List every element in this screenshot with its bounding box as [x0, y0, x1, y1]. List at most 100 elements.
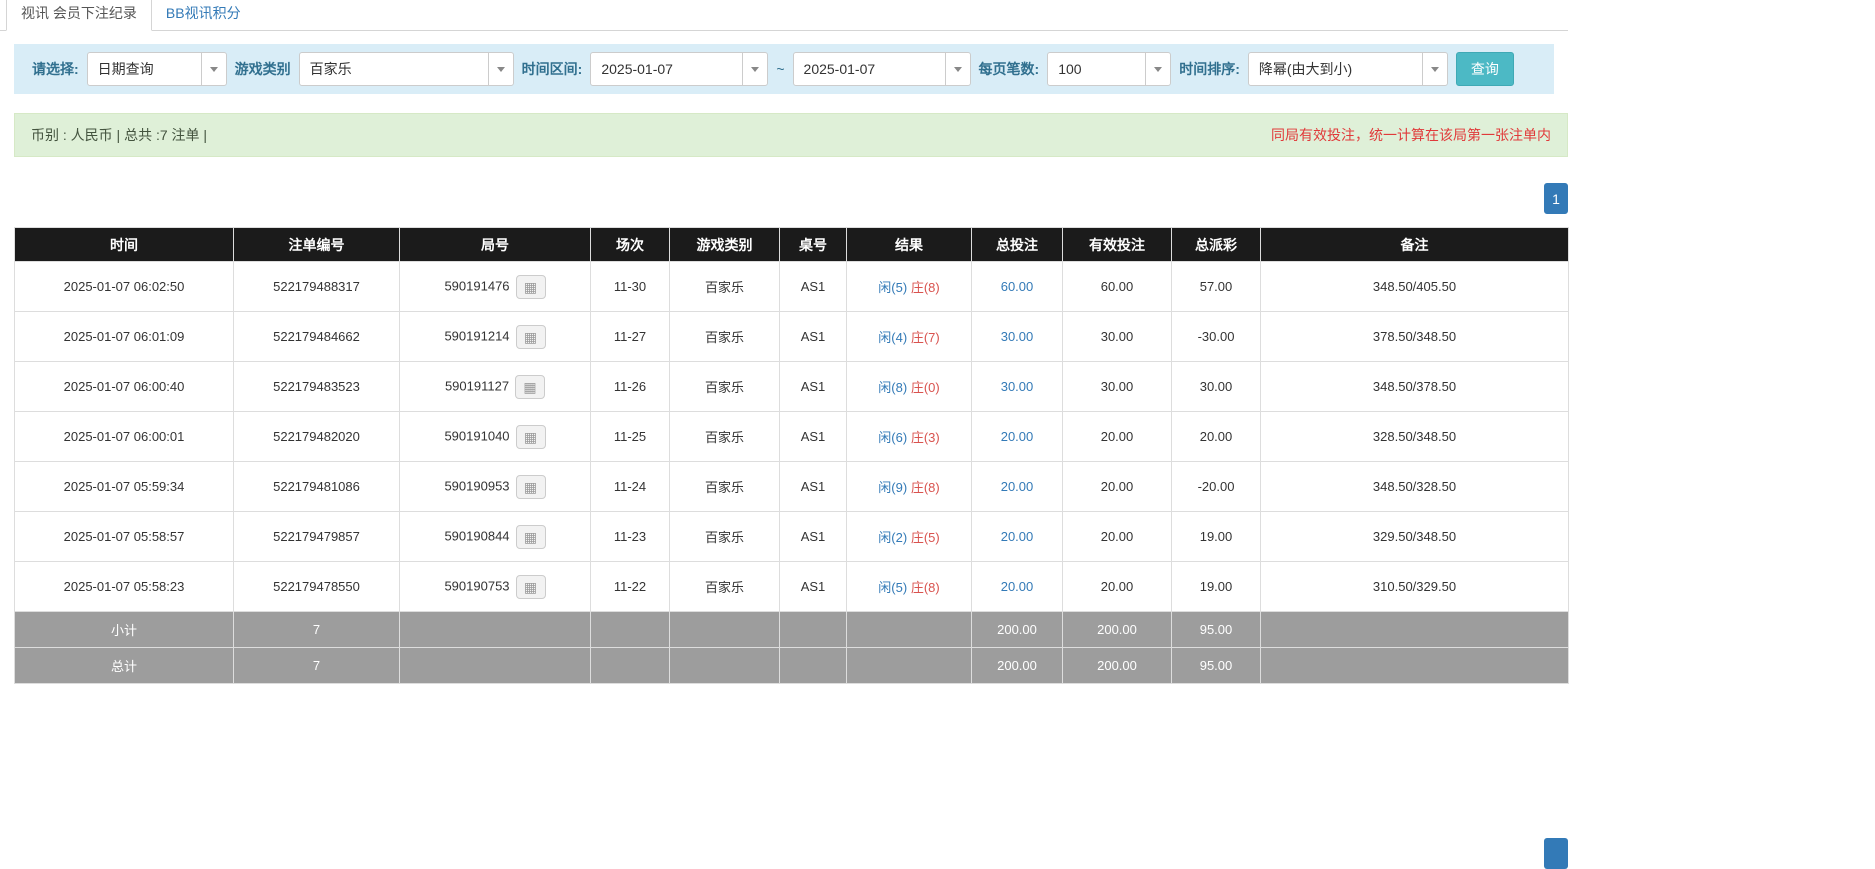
roadmap-icon[interactable]: ▦: [516, 525, 546, 549]
date-to-input[interactable]: 2025-01-07: [793, 52, 971, 86]
page-size-select[interactable]: 100: [1047, 52, 1171, 86]
result-banker: 庄(8): [911, 280, 940, 295]
valid-bet-cell: 30.00: [1063, 312, 1172, 362]
tab-bb-video-points[interactable]: BB视讯积分: [152, 0, 255, 30]
valid-bet-cell: 20.00: [1063, 562, 1172, 612]
note-cell: 329.50/348.50: [1261, 512, 1569, 562]
time-sort-select[interactable]: 降幂(由大到小): [1248, 52, 1448, 86]
valid-bet-cell: 20.00: [1063, 462, 1172, 512]
result-cell: 闲(2) 庄(5): [847, 512, 972, 562]
payout-cell: 20.00: [1172, 412, 1261, 462]
round-id-cell: 590191476 ▦: [400, 262, 591, 312]
result-cell: 闲(9) 庄(8): [847, 462, 972, 512]
round-id: 590191040: [444, 428, 509, 443]
session-cell: 11-22: [591, 562, 670, 612]
tab-betting-records[interactable]: 视讯 会员下注纪录: [6, 0, 152, 31]
summary-total-bet: 200.00: [972, 612, 1063, 648]
total-bet-cell: 60.00: [972, 262, 1063, 312]
time-cell: 2025-01-07 05:58:23: [15, 562, 234, 612]
summary-row: 总计7200.00200.0095.00: [15, 648, 1569, 684]
time-range-label: 时间区间:: [522, 59, 583, 79]
roadmap-icon[interactable]: ▦: [515, 375, 545, 399]
time-cell: 2025-01-07 05:59:34: [15, 462, 234, 512]
total-bet-link[interactable]: 20.00: [1001, 479, 1034, 494]
valid-bet-cell: 30.00: [1063, 362, 1172, 412]
note-cell: 348.50/328.50: [1261, 462, 1569, 512]
table-no-cell: AS1: [780, 262, 847, 312]
date-to-value: 2025-01-07: [794, 53, 945, 85]
column-header: 注单编号: [234, 228, 400, 262]
total-bet-link[interactable]: 20.00: [1001, 529, 1034, 544]
time-cell: 2025-01-07 06:00:40: [15, 362, 234, 412]
search-button[interactable]: 查询: [1456, 52, 1514, 86]
total-bet-link[interactable]: 30.00: [1001, 329, 1034, 344]
bet-id-cell: 522179479857: [234, 512, 400, 562]
game-type-cell: 百家乐: [670, 312, 780, 362]
summary-row: 小计7200.00200.0095.00: [15, 612, 1569, 648]
result-banker: 庄(7): [911, 330, 940, 345]
total-bet-link[interactable]: 30.00: [1001, 379, 1034, 394]
total-bet-link[interactable]: 20.00: [1001, 429, 1034, 444]
summary-empty-cell: [1261, 648, 1569, 684]
filter-bar: 请选择: 日期查询 游戏类别 百家乐 时间区间: 2025-01-07 ~ 20…: [14, 44, 1554, 94]
round-id: 590190753: [444, 578, 509, 593]
total-bet-link[interactable]: 60.00: [1001, 279, 1034, 294]
page-size-label: 每页笔数:: [979, 59, 1040, 79]
summary-empty-cell: [670, 612, 780, 648]
session-cell: 11-25: [591, 412, 670, 462]
result-banker: 庄(0): [911, 380, 940, 395]
query-type-select[interactable]: 日期查询: [87, 52, 227, 86]
result-cell: 闲(4) 庄(7): [847, 312, 972, 362]
result-banker: 庄(8): [911, 480, 940, 495]
page-size-select-value: 100: [1048, 53, 1145, 85]
game-type-cell: 百家乐: [670, 362, 780, 412]
session-cell: 11-26: [591, 362, 670, 412]
total-bet-link[interactable]: 20.00: [1001, 579, 1034, 594]
roadmap-icon[interactable]: ▦: [516, 425, 546, 449]
total-bet-cell: 20.00: [972, 562, 1063, 612]
column-header: 备注: [1261, 228, 1569, 262]
date-from-input[interactable]: 2025-01-07: [590, 52, 768, 86]
total-bet-cell: 30.00: [972, 312, 1063, 362]
bet-id-cell: 522179488317: [234, 262, 400, 312]
result-player: 闲(8): [878, 380, 907, 395]
summary-count: 7: [234, 648, 400, 684]
summary-empty-cell: [400, 648, 591, 684]
chevron-down-icon: [488, 53, 513, 85]
session-cell: 11-30: [591, 262, 670, 312]
pagination-page-1-button[interactable]: 1: [1544, 183, 1568, 214]
round-id: 590190844: [444, 528, 509, 543]
chevron-down-icon: [1422, 53, 1447, 85]
note-cell: 328.50/348.50: [1261, 412, 1569, 462]
table-row: 2025-01-07 05:58:57522179479857590190844…: [15, 512, 1569, 562]
result-player: 闲(2): [878, 530, 907, 545]
result-banker: 庄(3): [911, 430, 940, 445]
game-type-select[interactable]: 百家乐: [299, 52, 514, 86]
time-cell: 2025-01-07 06:02:50: [15, 262, 234, 312]
roadmap-icon[interactable]: ▦: [516, 275, 546, 299]
chevron-down-icon: [742, 53, 767, 85]
result-player: 闲(5): [878, 280, 907, 295]
result-player: 闲(4): [878, 330, 907, 345]
roadmap-icon[interactable]: ▦: [516, 575, 546, 599]
round-id: 590191127: [445, 378, 509, 393]
round-id: 590191476: [444, 278, 509, 293]
roadmap-icon[interactable]: ▦: [516, 475, 546, 499]
table-no-cell: AS1: [780, 462, 847, 512]
table-row: 2025-01-07 06:00:01522179482020590191040…: [15, 412, 1569, 462]
table-row: 2025-01-07 06:00:40522179483523 590191127…: [15, 362, 1569, 412]
column-header: 总派彩: [1172, 228, 1261, 262]
summary-valid-bet: 200.00: [1063, 612, 1172, 648]
chevron-down-icon: [201, 53, 226, 85]
roadmap-icon[interactable]: ▦: [516, 325, 546, 349]
bet-id-cell: 522179483523: [234, 362, 400, 412]
total-bet-cell: 30.00: [972, 362, 1063, 412]
query-type-select-value: 日期查询: [88, 53, 201, 85]
query-type-label: 请选择:: [32, 59, 79, 79]
pagination-page-1-button-bottom[interactable]: [1544, 838, 1568, 869]
time-sort-select-value: 降幂(由大到小): [1249, 53, 1422, 85]
pagination: 1: [14, 183, 1568, 214]
note-cell: 310.50/329.50: [1261, 562, 1569, 612]
table-no-cell: AS1: [780, 312, 847, 362]
summary-empty-cell: [591, 648, 670, 684]
